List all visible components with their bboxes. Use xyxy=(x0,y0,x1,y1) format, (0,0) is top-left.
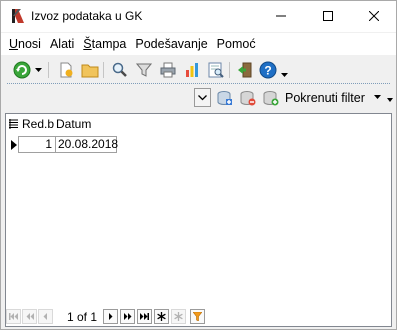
refresh-dropdown-button[interactable] xyxy=(33,60,43,80)
asterisk-icon xyxy=(157,312,166,321)
print-icon xyxy=(160,62,176,78)
print-preview-icon xyxy=(208,62,224,78)
next-page-button[interactable] xyxy=(120,309,135,324)
menu-unosi-label: nosi xyxy=(18,37,41,51)
previous-page-button[interactable] xyxy=(22,309,37,324)
minimize-icon xyxy=(276,15,286,17)
search-icon xyxy=(112,62,127,77)
print-preview-button[interactable] xyxy=(206,60,226,80)
main-window: Izvoz podataka u GK Unosi Alati Štampa P… xyxy=(0,0,397,330)
open-folder-icon xyxy=(81,64,99,78)
refresh-button[interactable] xyxy=(12,60,32,80)
menu-unosi[interactable]: Unosi xyxy=(9,34,41,54)
dropdown-caret-icon xyxy=(280,73,288,77)
column-header-datum[interactable]: Datum xyxy=(56,117,91,131)
previous-icon xyxy=(43,313,47,320)
toolbar-separator xyxy=(103,62,104,78)
first-icon xyxy=(9,313,18,320)
filter-button[interactable] xyxy=(134,60,154,80)
database-clear-icon xyxy=(263,91,279,106)
menu-podesavanje-label: Podešavanje xyxy=(135,37,208,51)
filter-icon xyxy=(193,312,202,321)
next-icon xyxy=(109,313,113,320)
database-add-icon xyxy=(217,91,232,105)
window-title: Izvoz podataka u GK xyxy=(31,9,143,23)
new-record-button[interactable] xyxy=(154,309,169,324)
cell-redb[interactable]: 1 xyxy=(18,136,56,153)
run-filter-button[interactable]: Pokrenuti filter xyxy=(285,90,365,106)
previous-page-icon xyxy=(26,313,34,320)
remove-filter-button[interactable] xyxy=(239,89,257,107)
print-button[interactable] xyxy=(158,60,178,80)
close-button[interactable] xyxy=(351,1,397,31)
run-filter-dropdown[interactable] xyxy=(374,92,381,101)
toolbar-separator xyxy=(48,62,49,78)
menu-unosi-mnemonic: U xyxy=(9,37,19,51)
record-navigator: 1 of 1 xyxy=(6,308,386,326)
menu-stampa[interactable]: Štampa xyxy=(83,34,126,54)
dropdown-caret-icon xyxy=(34,68,42,72)
search-button[interactable] xyxy=(110,60,130,80)
menu-alati[interactable]: Alati xyxy=(50,34,74,54)
filterbar-overflow-button[interactable] xyxy=(387,97,393,104)
new-button[interactable] xyxy=(56,60,76,80)
column-chooser-icon[interactable] xyxy=(9,119,18,129)
menu-alati-label: Alati xyxy=(49,37,75,51)
menu-stampa-mnemonic: Š xyxy=(83,37,92,51)
delete-asterisk-icon xyxy=(174,312,183,321)
close-icon xyxy=(369,11,379,21)
database-remove-icon xyxy=(240,91,256,106)
toolbar-overflow-button[interactable] xyxy=(279,60,289,80)
help-icon: ? xyxy=(259,61,277,79)
first-record-button[interactable] xyxy=(6,309,21,324)
next-page-icon xyxy=(123,313,131,320)
toolbar-divider xyxy=(7,83,390,84)
filter-toolbar: Pokrenuti filter xyxy=(1,85,396,111)
exit-button[interactable] xyxy=(235,60,255,80)
dropdown-caret-icon xyxy=(387,98,393,102)
column-header-redb[interactable]: Red.b xyxy=(22,117,54,131)
clear-filter-button[interactable] xyxy=(262,89,280,107)
menu-stampa-label: tampa xyxy=(91,37,127,51)
last-record-button[interactable] xyxy=(137,309,152,324)
menu-pomoc-label: Pomoć xyxy=(216,37,256,51)
maximize-button[interactable] xyxy=(305,1,351,31)
grid-header: Red.b Datum xyxy=(6,114,391,134)
menu-bar: Unosi Alati Štampa Podešavanje Pomoć xyxy=(1,33,396,55)
refresh-icon xyxy=(13,61,31,79)
minimize-button[interactable] xyxy=(258,1,304,31)
add-filter-button[interactable] xyxy=(216,89,234,107)
table-row[interactable]: 1 20.08.2018 xyxy=(6,136,126,154)
delete-record-button[interactable] xyxy=(171,309,186,324)
record-position: 1 of 1 xyxy=(67,310,98,324)
menu-podesavanje[interactable]: Podešavanje xyxy=(135,34,207,54)
title-bar: Izvoz podataka u GK xyxy=(1,1,396,32)
svg-text:?: ? xyxy=(264,64,271,78)
maximize-icon xyxy=(323,11,333,21)
chevron-down-icon xyxy=(198,94,207,100)
chart-button[interactable] xyxy=(182,60,202,80)
next-record-button[interactable] xyxy=(103,309,118,324)
dropdown-caret-icon xyxy=(374,95,381,99)
last-icon xyxy=(140,313,149,320)
grid-filter-button[interactable] xyxy=(190,309,205,324)
app-logo-icon xyxy=(12,9,24,23)
menu-pomoc[interactable]: Pomoć xyxy=(217,34,256,54)
data-grid[interactable]: Red.b Datum 1 20.08.2018 xyxy=(5,113,392,327)
open-button[interactable] xyxy=(80,60,100,80)
filter-icon xyxy=(136,63,152,77)
cell-datum[interactable]: 20.08.2018 xyxy=(55,136,118,153)
exit-icon xyxy=(238,62,252,78)
toolbar-separator xyxy=(229,62,230,78)
main-toolbar: ? xyxy=(1,56,396,83)
chart-icon xyxy=(186,63,198,77)
new-document-icon xyxy=(60,62,73,78)
help-button[interactable]: ? xyxy=(258,60,278,80)
previous-record-button[interactable] xyxy=(38,309,53,324)
filter-combo-dropdown[interactable] xyxy=(194,88,211,107)
